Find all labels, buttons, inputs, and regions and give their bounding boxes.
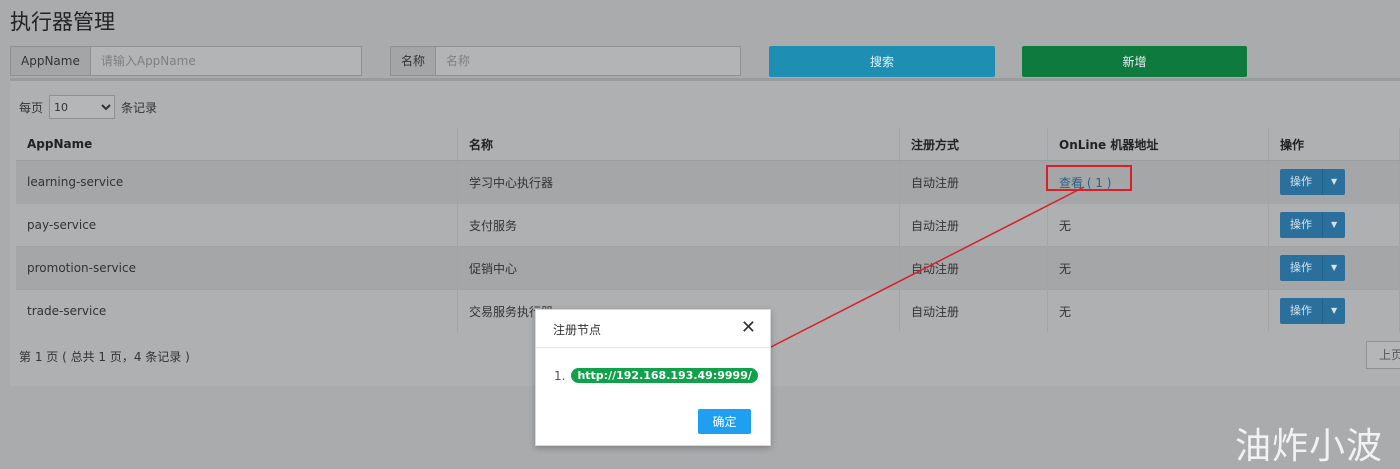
appname-label: AppName xyxy=(11,47,91,75)
name-search-field: 名称 xyxy=(390,46,741,76)
header-register-type[interactable]: 注册方式 xyxy=(899,128,1048,161)
caret-down-icon: ▼ xyxy=(1322,298,1345,324)
table-row: learning-service 学习中心执行器 自动注册 查看 ( 1 ) 操… xyxy=(16,160,1400,204)
cell-operation: 操作 ▼ xyxy=(1268,289,1400,332)
per-page-select[interactable]: 10 xyxy=(49,95,116,119)
executor-table: AppName 名称 注册方式 OnLine 机器地址 操作 learning-… xyxy=(16,128,1400,332)
operation-dropdown-button[interactable]: 操作 ▼ xyxy=(1280,169,1346,195)
header-name[interactable]: 名称 xyxy=(457,128,900,161)
appname-input[interactable] xyxy=(90,47,361,75)
confirm-button[interactable]: 确定 xyxy=(698,409,751,434)
appname-search-field: AppName xyxy=(10,46,362,76)
page-title: 执行器管理 xyxy=(10,10,115,34)
cell-appname: promotion-service xyxy=(16,246,458,290)
per-page-control: 每页 10 条记录 xyxy=(19,95,157,119)
caret-down-icon: ▼ xyxy=(1322,255,1345,281)
node-index: 1. xyxy=(554,368,566,383)
operation-label: 操作 xyxy=(1290,261,1312,274)
cell-register-type: 自动注册 xyxy=(899,203,1048,247)
table-row: promotion-service 促销中心 自动注册 无 操作 ▼ xyxy=(16,246,1400,290)
operation-label: 操作 xyxy=(1290,304,1312,317)
name-input[interactable] xyxy=(436,47,740,75)
cell-operation: 操作 ▼ xyxy=(1268,246,1400,290)
table-header-row: AppName 名称 注册方式 OnLine 机器地址 操作 xyxy=(16,128,1400,161)
cell-appname: learning-service xyxy=(16,160,458,204)
table-row: pay-service 支付服务 自动注册 无 操作 ▼ xyxy=(16,203,1400,247)
cell-online-address: 无 xyxy=(1047,246,1269,290)
register-node-dialog: 注册节点 ✕ 1. http://192.168.193.49:9999/ 确定 xyxy=(535,309,771,446)
per-page-suffix: 条记录 xyxy=(121,100,158,115)
pagination-summary: 第 1 页 ( 总共 1 页，4 条记录 ) xyxy=(19,350,190,364)
cell-name: 促销中心 xyxy=(457,246,900,290)
add-button[interactable]: 新增 xyxy=(1022,46,1247,77)
cell-name: 学习中心执行器 xyxy=(457,160,900,204)
caret-down-icon: ▼ xyxy=(1322,169,1345,195)
node-address-badge: http://192.168.193.49:9999/ xyxy=(571,368,758,383)
operation-dropdown-button[interactable]: 操作 ▼ xyxy=(1280,298,1346,324)
cell-appname: pay-service xyxy=(16,203,458,247)
header-operation: 操作 xyxy=(1268,128,1400,161)
watermark-text: 油炸小波 xyxy=(1235,426,1384,467)
cell-register-type: 自动注册 xyxy=(899,160,1048,204)
cell-register-type: 自动注册 xyxy=(899,246,1048,290)
operation-dropdown-button[interactable]: 操作 ▼ xyxy=(1280,255,1346,281)
cell-operation: 操作 ▼ xyxy=(1268,203,1400,247)
close-icon[interactable]: ✕ xyxy=(741,317,756,338)
dialog-body: 1. http://192.168.193.49:9999/ xyxy=(554,368,758,383)
cell-name: 支付服务 xyxy=(457,203,900,247)
operation-label: 操作 xyxy=(1290,218,1312,231)
header-appname[interactable]: AppName xyxy=(16,128,458,161)
prev-page-button[interactable]: 上页 xyxy=(1366,341,1400,369)
operation-dropdown-button[interactable]: 操作 ▼ xyxy=(1280,212,1346,238)
header-online-address[interactable]: OnLine 机器地址 xyxy=(1047,128,1269,161)
annotation-highlight-box xyxy=(1046,165,1132,191)
cell-appname: trade-service xyxy=(16,289,458,332)
cell-online-address: 无 xyxy=(1047,203,1269,247)
cell-register-type: 自动注册 xyxy=(899,289,1048,332)
dialog-header: 注册节点 ✕ xyxy=(536,310,770,348)
per-page-prefix: 每页 xyxy=(19,100,44,115)
name-label: 名称 xyxy=(391,47,437,75)
dialog-title: 注册节点 xyxy=(553,323,602,337)
search-button[interactable]: 搜索 xyxy=(769,46,995,77)
operation-label: 操作 xyxy=(1290,175,1312,188)
cell-online-address: 无 xyxy=(1047,289,1269,332)
caret-down-icon: ▼ xyxy=(1322,212,1345,238)
cell-operation: 操作 ▼ xyxy=(1268,160,1400,204)
